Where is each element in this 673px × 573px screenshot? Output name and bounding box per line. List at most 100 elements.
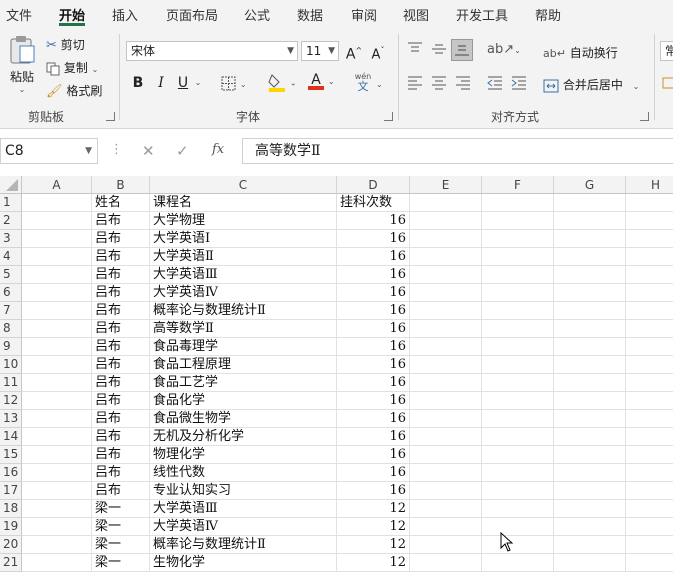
cell[interactable] [554,230,626,248]
cell[interactable]: 16 [337,410,410,428]
cell[interactable]: 16 [337,248,410,266]
cell[interactable] [410,518,482,536]
cell[interactable] [482,428,554,446]
paste-button[interactable]: 粘贴 ⌄ [6,34,38,94]
cell[interactable]: 12 [337,554,410,572]
cell[interactable] [482,500,554,518]
cell[interactable] [22,482,92,500]
row-header[interactable]: 19 [0,518,22,536]
cell[interactable] [410,302,482,320]
cell[interactable] [554,338,626,356]
cell[interactable] [22,356,92,374]
cell[interactable]: 吕布 [92,338,150,356]
column-header[interactable]: D [337,176,410,194]
cell[interactable] [554,194,626,212]
grow-font-button[interactable]: A^ [344,40,364,63]
paste-dropdown-icon[interactable]: ⌄ [6,85,38,94]
row-header[interactable]: 3 [0,230,22,248]
cell[interactable] [626,230,673,248]
cell[interactable] [410,266,482,284]
cell[interactable] [482,392,554,410]
cell[interactable] [482,482,554,500]
cell[interactable]: 食品微生物学 [150,410,337,428]
cell[interactable]: 大学物理 [150,212,337,230]
cell[interactable] [626,338,673,356]
cell[interactable] [410,482,482,500]
cell[interactable]: 吕布 [92,410,150,428]
cell[interactable]: 吕布 [92,446,150,464]
cell[interactable]: 物理化学 [150,446,337,464]
cell[interactable] [22,338,92,356]
insert-function-button[interactable]: fx [212,142,224,157]
cell[interactable] [626,212,673,230]
cell[interactable] [626,446,673,464]
cell[interactable]: 概率论与数理统计Ⅱ [150,536,337,554]
cell[interactable] [482,230,554,248]
cell[interactable]: 梁一 [92,536,150,554]
cell[interactable] [22,212,92,230]
column-header[interactable]: H [626,176,673,194]
cell[interactable] [482,248,554,266]
tab-2[interactable]: 插入 [112,5,138,24]
cell[interactable] [410,212,482,230]
cell[interactable] [626,410,673,428]
cell[interactable] [626,464,673,482]
cell[interactable] [554,518,626,536]
underline-dropdown-icon[interactable]: ⌄ [193,72,203,94]
cell[interactable] [22,536,92,554]
cell[interactable] [626,266,673,284]
cell[interactable] [626,392,673,410]
row-header[interactable]: 10 [0,356,22,374]
cell[interactable] [482,518,554,536]
cell[interactable]: 12 [337,518,410,536]
cell[interactable] [22,518,92,536]
row-header[interactable]: 5 [0,266,22,284]
cell[interactable]: 大学英语Ⅰ [150,230,337,248]
cell[interactable] [626,500,673,518]
row-header[interactable]: 15 [0,446,22,464]
cell[interactable] [410,536,482,554]
cell[interactable] [482,194,554,212]
cell[interactable]: 大学英语Ⅲ [150,266,337,284]
cell[interactable] [22,248,92,266]
row-header[interactable]: 11 [0,374,22,392]
cell[interactable] [554,356,626,374]
cell[interactable] [626,482,673,500]
phonetic-dropdown-icon[interactable]: ⌄ [376,80,383,89]
border-dropdown-icon[interactable]: ⌄ [240,80,247,89]
cell[interactable]: 12 [337,536,410,554]
tab-3[interactable]: 页面布局 [166,5,218,24]
cell[interactable]: 16 [337,338,410,356]
cell[interactable] [554,392,626,410]
accounting-format-icon[interactable] [662,76,673,90]
font-name-combo[interactable]: 宋体 ▼ [126,41,298,61]
cell[interactable]: 16 [337,356,410,374]
row-header[interactable]: 8 [0,320,22,338]
chevron-down-icon[interactable]: ▼ [85,139,92,163]
cell[interactable]: 吕布 [92,428,150,446]
cell[interactable] [554,284,626,302]
cell[interactable]: 吕布 [92,284,150,302]
cell[interactable]: 大学英语Ⅱ [150,248,337,266]
cell[interactable] [410,446,482,464]
bold-button[interactable]: B [128,72,148,94]
cell[interactable] [22,374,92,392]
cell[interactable] [482,266,554,284]
merge-center-dropdown-icon[interactable]: ⌄ [633,82,640,91]
row-header[interactable]: 6 [0,284,22,302]
cell[interactable]: 16 [337,266,410,284]
cell[interactable] [554,248,626,266]
font-color-button[interactable]: A ⌄ [308,72,335,90]
cell[interactable] [482,302,554,320]
column-header[interactable]: B [92,176,150,194]
cell[interactable]: 概率论与数理统计Ⅱ [150,302,337,320]
cell[interactable] [22,230,92,248]
align-bottom-button[interactable] [451,39,473,61]
column-header[interactable]: A [22,176,92,194]
tab-6[interactable]: 审阅 [351,5,377,24]
row-header[interactable]: 12 [0,392,22,410]
align-center-icon[interactable] [431,76,447,90]
cell[interactable]: 姓名 [92,194,150,212]
row-header[interactable]: 16 [0,464,22,482]
cell[interactable] [626,320,673,338]
